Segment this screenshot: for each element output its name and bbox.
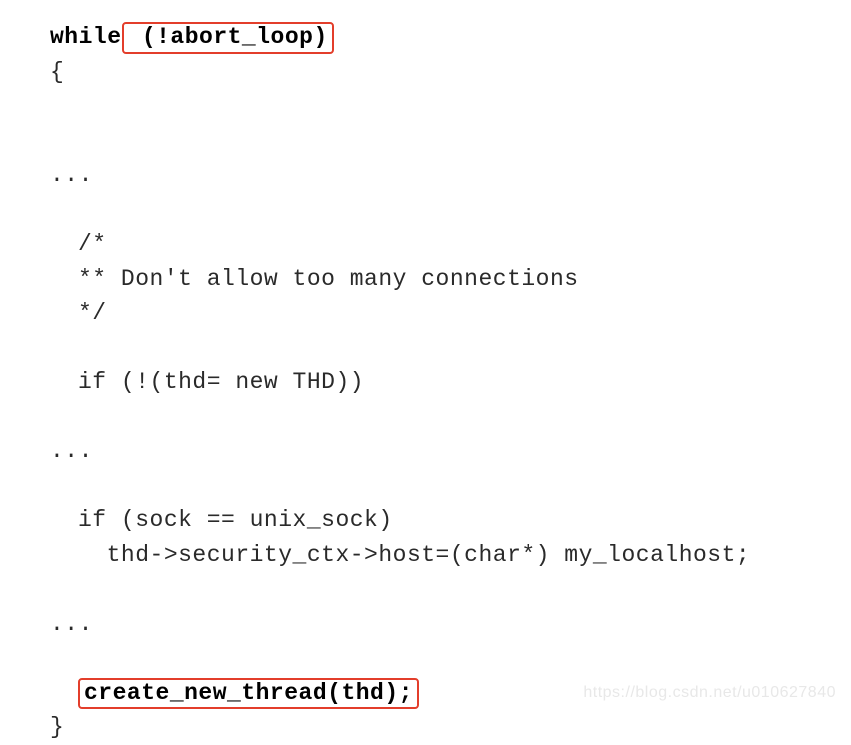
blank-line [50, 331, 851, 366]
code-line-4: /* [50, 227, 851, 262]
blank-line [50, 400, 851, 435]
code-line-13: } [50, 710, 851, 745]
blank-line [50, 193, 851, 228]
code-line-11: ... [50, 607, 851, 642]
code-line-2: { [50, 55, 851, 90]
blank-line [50, 124, 851, 159]
code-line-8: ... [50, 434, 851, 469]
blank-line [50, 469, 851, 504]
watermark: https://blog.csdn.net/u010627840 [583, 684, 836, 702]
while-keyword: while [50, 24, 122, 50]
code-line-5: ** Don't allow too many connections [50, 262, 851, 297]
code-line-7: if (!(thd= new THD)) [50, 365, 851, 400]
create-thread-highlight: create_new_thread(thd); [78, 678, 419, 710]
blank-line [50, 641, 851, 676]
code-line-9: if (sock == unix_sock) [50, 503, 851, 538]
code-snippet: while (!abort_loop) { ... /* ** Don't al… [0, 0, 851, 745]
code-line-3: ... [50, 158, 851, 193]
blank-line [50, 572, 851, 607]
blank-line [50, 89, 851, 124]
code-line-10: thd->security_ctx->host=(char*) my_local… [50, 538, 851, 573]
code-line-1: while (!abort_loop) [50, 20, 851, 55]
code-line-6: */ [50, 296, 851, 331]
abort-loop-highlight: (!abort_loop) [122, 22, 334, 54]
